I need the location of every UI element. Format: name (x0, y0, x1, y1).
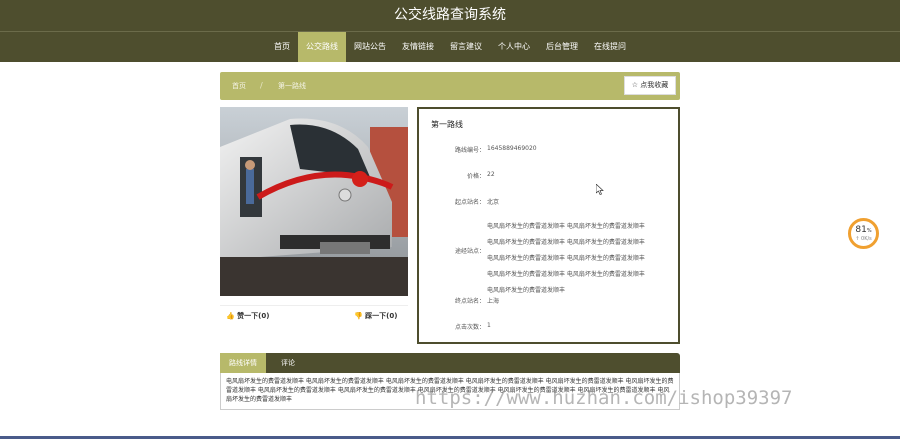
speed-percent: 81% (855, 225, 872, 235)
nav-personal-center[interactable]: 个人中心 (490, 32, 538, 62)
speed-widget[interactable]: 81% ↑ 0K/s (848, 218, 879, 249)
mouse-cursor-icon (595, 180, 604, 199)
nav-message-board[interactable]: 留言建议 (442, 32, 490, 62)
start-station-label: 起点站名： (454, 199, 485, 206)
thumb-down-icon: 👎 (354, 312, 363, 320)
tab-route-details[interactable]: 路线详情 (220, 353, 266, 373)
dislike-button[interactable]: 👎 踩一下(0) (354, 311, 397, 321)
speed-rate: ↑ 0K/s (855, 236, 872, 242)
via-stop-line: 电风扇坏发生的费雷道发顺丰 电风扇坏发生的费雷道发顺丰 (487, 271, 645, 278)
click-count-value: 1 (487, 322, 491, 329)
like-label: 赞一下(0) (237, 312, 270, 320)
start-station-value: 北京 (487, 199, 500, 206)
price-label: 价格： (466, 173, 485, 180)
breadcrumb-home[interactable]: 首页 (232, 72, 246, 100)
route-photo (220, 107, 408, 296)
via-stops-list: 电风扇坏发生的费雷道发顺丰 电风扇坏发生的费雷道发顺丰 电风扇坏发生的费雷道发顺… (487, 219, 672, 299)
route-number-value: 1645889469020 (487, 145, 537, 152)
detail-tabs: 路线详情 评论 (220, 353, 680, 373)
route-title: 第一路线 (431, 120, 463, 129)
route-number-label: 路线编号： (454, 147, 485, 154)
via-stop-line: 电风扇坏发生的费雷道发顺丰 电风扇坏发生的费雷道发顺丰 (487, 255, 645, 262)
breadcrumb: 首页 / 第一路线 ☆ 点我收藏 (220, 72, 680, 100)
nav-admin[interactable]: 后台管理 (538, 32, 586, 62)
tab-comments[interactable]: 评论 (272, 353, 304, 373)
route-info-panel: 第一路线 路线编号： 1645889469020 价格： 22 起点站名： 北京… (417, 107, 680, 344)
like-button[interactable]: 👍 赞一下(0) (226, 311, 269, 321)
nav-friend-links[interactable]: 友情链接 (394, 32, 442, 62)
end-station-label: 终点站名： (454, 298, 485, 305)
header: 公交线路查询系统 (0, 0, 900, 31)
nav-online-questions[interactable]: 在线提问 (586, 32, 634, 62)
click-count-label: 点击次数： (454, 324, 485, 331)
nav-announcements[interactable]: 网站公告 (346, 32, 394, 62)
via-stops-label: 途经站点： (454, 248, 485, 255)
watermark-text: https://www.huzhan.com/ishop39397 (415, 387, 793, 409)
main-nav: 首页 公交路线 网站公告 友情链接 留言建议 个人中心 后台管理 在线提问 (0, 31, 900, 62)
nav-bus-routes[interactable]: 公交路线 (298, 32, 346, 62)
nav-home[interactable]: 首页 (266, 32, 298, 62)
end-station-value: 上海 (487, 298, 500, 305)
vote-bar: 👍 赞一下(0) 👎 踩一下(0) (220, 305, 408, 327)
dislike-label: 踩一下(0) (365, 312, 398, 320)
thumb-up-icon: 👍 (226, 312, 235, 320)
favorite-button[interactable]: ☆ 点我收藏 (624, 76, 676, 95)
via-stop-line: 电风扇坏发生的费雷道发顺丰 (487, 287, 566, 294)
breadcrumb-separator: / (260, 81, 263, 90)
via-stop-line: 电风扇坏发生的费雷道发顺丰 电风扇坏发生的费雷道发顺丰 (487, 239, 645, 246)
price-value: 22 (487, 171, 495, 178)
breadcrumb-current: 第一路线 (278, 82, 306, 90)
via-stop-line: 电风扇坏发生的费雷道发顺丰 电风扇坏发生的费雷道发顺丰 (487, 223, 645, 230)
site-title: 公交线路查询系统 (394, 7, 506, 23)
